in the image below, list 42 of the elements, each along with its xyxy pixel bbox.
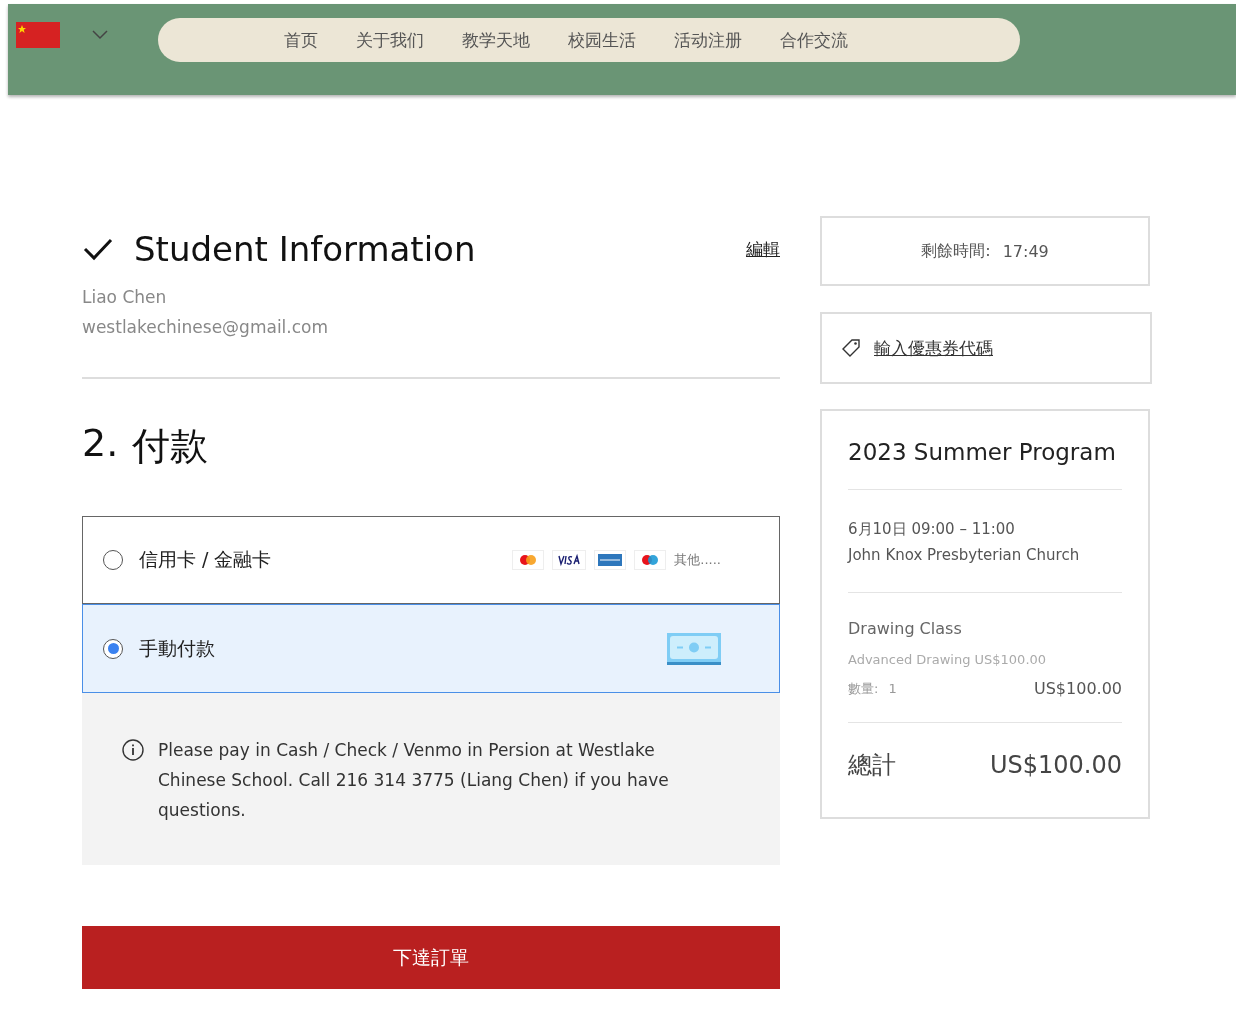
item-name: Drawing Class [848,619,963,638]
more-cards-text: 其他..... [674,551,721,569]
event-date: 6月10日 09:00 – 11:00 [848,519,1016,540]
student-name: Liao Chen [82,287,168,307]
step-number: 2. [82,421,119,467]
nav-link[interactable]: 关于我们 [356,28,424,52]
item-price: US$100.00 [1033,679,1122,698]
radio-button[interactable] [103,550,123,570]
option-label: 手動付款 [139,635,216,661]
payment-option[interactable]: 手動付款 [82,604,780,693]
item-option: Advanced Drawing US$100.00 [848,652,1122,667]
nav-link[interactable]: 合作交流 [780,28,848,52]
event-venue: John Knox Presbyterian Church [848,545,1081,566]
student-email: westlakechinese@gmail.com [82,317,330,337]
place-order-button[interactable]: 下達訂單 [82,926,780,989]
total-label: 總計 [848,750,896,781]
card-logo-icon [634,550,667,570]
nav-link[interactable]: 校园生活 [568,28,636,52]
check-icon [82,237,114,261]
quantity-value: 1 [888,681,898,696]
card-logo-icon [512,550,545,570]
quantity-label: 數量: [848,679,879,698]
chevron-down-icon[interactable] [92,30,108,40]
section-title: Student Information [134,229,477,269]
info-icon [122,739,144,761]
option-label: 信用卡 / 金融卡 [139,547,273,572]
banknote-icon [667,632,721,665]
tag-icon [840,337,862,359]
radio-button[interactable] [103,638,123,659]
coupon-link[interactable]: 輸入優惠券代碼 [874,336,993,360]
card-logo-icon [594,550,627,570]
nav-link[interactable]: 活动注册 [674,28,742,52]
card-logo-icon [552,550,587,570]
program-title: 2023 Summer Program [848,439,1117,465]
payment-note: Please pay in Cash / Check / Venmo in Persion at Westlake Chinese School. Call 216 314 3775 (Liang Chen) if you have questions. [158,739,670,822]
edit-link[interactable]: 編輯 [746,237,780,261]
nav-link[interactable]: 首页 [284,28,318,52]
nav-link[interactable]: 教学天地 [462,28,530,52]
timer-label: 剩餘時間: [921,240,991,262]
section-title: 付款 [132,423,209,470]
timer-value: 17:49 [1002,241,1049,261]
total-amount: US$100.00 [989,751,1122,779]
